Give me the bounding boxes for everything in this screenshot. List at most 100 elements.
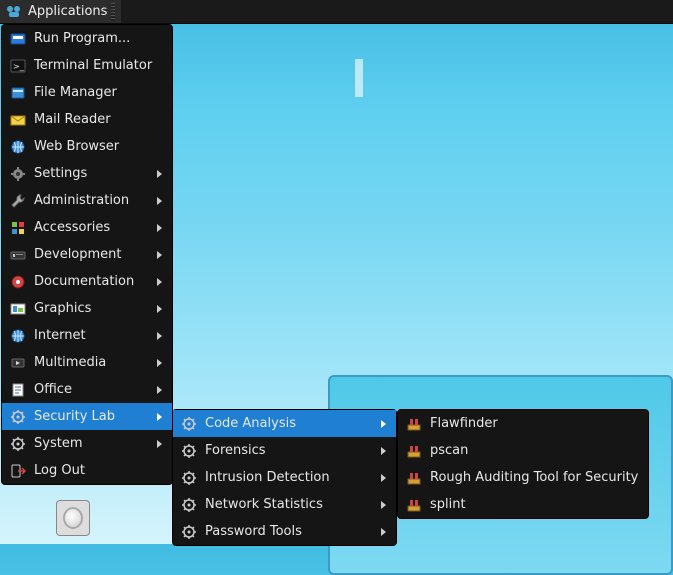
dev-icon [10, 247, 26, 263]
applications-menu-item-development[interactable]: Development [2, 241, 172, 268]
gear-light-icon [181, 416, 197, 432]
applications-menu-item-terminal-emulator[interactable]: >_ Terminal Emulator [2, 52, 172, 79]
menu-item-label: Network Statistics [205, 497, 371, 512]
applications-menu-item-web-browser[interactable]: Web Browser [2, 133, 172, 160]
chevron-right-icon [157, 305, 162, 313]
menu-item-label: Intrusion Detection [205, 470, 371, 485]
applications-menu-item-file-manager[interactable]: File Manager [2, 79, 172, 106]
chevron-right-icon [157, 251, 162, 259]
chevron-right-icon [157, 386, 162, 394]
chevron-right-icon [381, 447, 386, 455]
xfce-logo-icon [6, 4, 22, 20]
menu-item-label: Administration [34, 193, 147, 208]
top-panel: Applications [0, 0, 673, 24]
chevron-right-icon [381, 474, 386, 482]
code-analysis-submenu: Flawfinder pscan Rough Auditing Tool for S… [397, 409, 649, 519]
applications-menu-item-internet[interactable]: Internet [2, 322, 172, 349]
chevron-right-icon [157, 170, 162, 178]
accessories-icon [10, 220, 26, 236]
menu-item-label: System [34, 436, 147, 451]
applications-menu-item-office[interactable]: Office [2, 376, 172, 403]
menu-item-label: Log Out [34, 463, 162, 478]
menu-item-label: Forensics [205, 443, 371, 458]
menu-item-label: Multimedia [34, 355, 147, 370]
chevron-right-icon [157, 359, 162, 367]
menu-item-label: Code Analysis [205, 416, 371, 431]
menu-item-label: Mail Reader [34, 112, 162, 127]
chevron-right-icon [157, 440, 162, 448]
chevron-right-icon [157, 278, 162, 286]
gear-icon [10, 166, 26, 182]
menu-item-label: Run Program... [34, 31, 162, 46]
menu-item-label: Security Lab [34, 409, 147, 424]
graphics-icon [10, 301, 26, 317]
chevron-right-icon [381, 528, 386, 536]
gear-light-icon [181, 470, 197, 486]
panel-handle[interactable] [111, 3, 115, 21]
applications-menu-item-mail-reader[interactable]: Mail Reader [2, 106, 172, 133]
menu-item-label: Settings [34, 166, 147, 181]
mail-icon [10, 112, 26, 128]
menu-item-label: File Manager [34, 85, 162, 100]
code-analysis-submenu-item-rough-auditing-tool-for-security[interactable]: Rough Auditing Tool for Security [398, 464, 648, 491]
applications-menu-item-log-out[interactable]: Log Out [2, 457, 172, 484]
menu-item-label: Graphics [34, 301, 147, 316]
security-lab-submenu-item-forensics[interactable]: Forensics [173, 437, 396, 464]
menu-item-label: splint [430, 497, 638, 512]
applications-menu-item-system[interactable]: System [2, 430, 172, 457]
security-lab-submenu: Code Analysis Forensics Intrusion Detectio… [172, 409, 397, 546]
code-analysis-submenu-item-splint[interactable]: splint [398, 491, 648, 518]
chevron-right-icon [157, 413, 162, 421]
menu-item-label: Web Browser [34, 139, 162, 154]
gear-light-icon [10, 409, 26, 425]
globe-icon [10, 328, 26, 344]
chevron-right-icon [381, 420, 386, 428]
applications-menu-item-administration[interactable]: Administration [2, 187, 172, 214]
media-icon [10, 355, 26, 371]
code-analysis-submenu-item-flawfinder[interactable]: Flawfinder [398, 410, 648, 437]
applications-menu-label: Applications [28, 4, 107, 19]
applications-menu-item-graphics[interactable]: Graphics [2, 295, 172, 322]
docs-icon [10, 274, 26, 290]
applications-menu-item-accessories[interactable]: Accessories [2, 214, 172, 241]
gear-light-icon [10, 436, 26, 452]
security-lab-submenu-item-code-analysis[interactable]: Code Analysis [173, 410, 396, 437]
run-icon [10, 31, 26, 47]
menu-item-label: Documentation [34, 274, 147, 289]
applications-menu-item-documentation[interactable]: Documentation [2, 268, 172, 295]
menu-item-label: Accessories [34, 220, 147, 235]
logout-icon [10, 463, 26, 479]
applications-menu-item-settings[interactable]: Settings [2, 160, 172, 187]
wrench-icon [10, 193, 26, 209]
terminal-icon: >_ [10, 58, 26, 74]
wallpaper-cloud [355, 59, 363, 97]
applications-menu-item-security-lab[interactable]: Security Lab [2, 403, 172, 430]
menu-item-label: Internet [34, 328, 147, 343]
applications-menu-button[interactable]: Applications [0, 0, 121, 23]
svg-text:>_: >_ [13, 62, 25, 71]
code-analysis-submenu-item-pscan[interactable]: pscan [398, 437, 648, 464]
chevron-right-icon [381, 501, 386, 509]
chevron-right-icon [157, 197, 162, 205]
chevron-right-icon [157, 224, 162, 232]
applications-menu-item-run-program[interactable]: Run Program... [2, 25, 172, 52]
menu-item-label: pscan [430, 443, 638, 458]
applications-menu: Run Program... >_ Terminal Emulator File Ma… [1, 24, 173, 485]
gear-light-icon [181, 443, 197, 459]
menu-item-label: Flawfinder [430, 416, 638, 431]
office-icon [10, 382, 26, 398]
menu-item-label: Office [34, 382, 147, 397]
files-icon [10, 85, 26, 101]
menu-item-label: Terminal Emulator [34, 58, 162, 73]
file-system-desktop-icon[interactable] [56, 500, 90, 536]
gear-light-icon [181, 497, 197, 513]
tool-icon [406, 497, 422, 513]
security-lab-submenu-item-intrusion-detection[interactable]: Intrusion Detection [173, 464, 396, 491]
applications-menu-item-multimedia[interactable]: Multimedia [2, 349, 172, 376]
menu-item-label: Rough Auditing Tool for Security [430, 470, 638, 485]
security-lab-submenu-item-password-tools[interactable]: Password Tools [173, 518, 396, 545]
tool-icon [406, 470, 422, 486]
menu-item-label: Password Tools [205, 524, 371, 539]
globe-icon [10, 139, 26, 155]
security-lab-submenu-item-network-statistics[interactable]: Network Statistics [173, 491, 396, 518]
